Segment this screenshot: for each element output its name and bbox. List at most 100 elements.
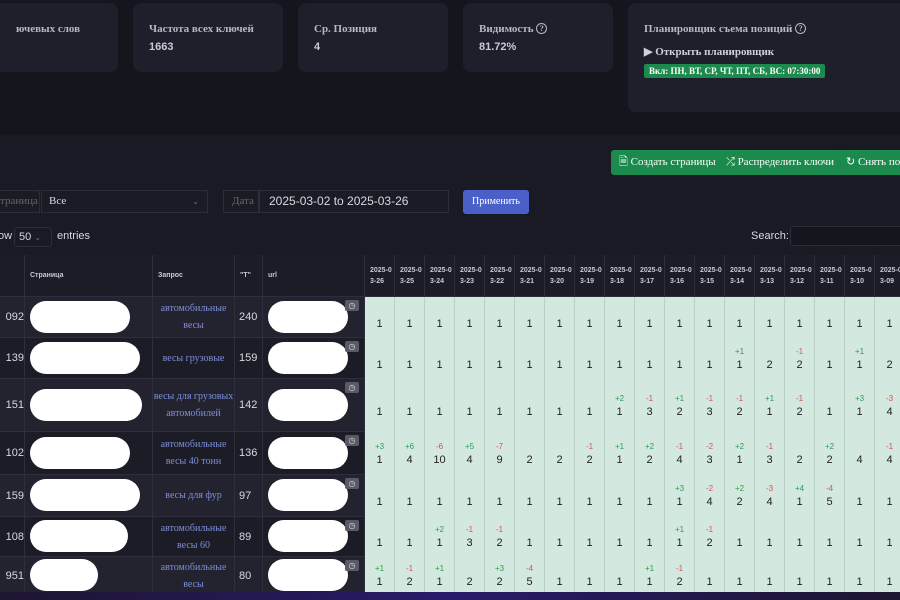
position-cell: 1 <box>515 338 545 379</box>
position-value: 2 <box>556 453 563 466</box>
position-cell: 1 <box>365 517 395 557</box>
date-column-header[interactable]: 2025-03-20 <box>545 255 575 297</box>
history-clock-icon[interactable]: ◷ <box>345 341 359 352</box>
search-input[interactable] <box>790 226 900 246</box>
position-cell: +1 1 <box>605 432 635 475</box>
position-value: 4 <box>886 405 893 418</box>
frequency-cell: 80 <box>235 557 263 595</box>
page-filter-select[interactable]: Все ⌄ <box>41 190 208 213</box>
entries-select[interactable]: 50 ⌄ <box>14 227 52 247</box>
position-value: 1 <box>526 405 533 418</box>
take-positions-button[interactable]: ↻ Снять поз <box>838 150 900 175</box>
query-cell[interactable]: весы грузовые <box>153 338 235 379</box>
apply-button[interactable]: Применить <box>463 190 529 214</box>
stat-value: 1663 <box>149 41 174 53</box>
column-header[interactable]: Запрос <box>153 255 235 297</box>
history-clock-icon[interactable]: ◷ <box>345 435 359 446</box>
column-header[interactable]: url <box>263 255 365 297</box>
position-cell: 1 <box>545 557 575 595</box>
position-cell: 1 <box>455 475 485 517</box>
query-cell[interactable]: весы для фур <box>153 475 235 517</box>
date-label: 2025-03-13 <box>760 266 782 285</box>
position-value: 1 <box>646 358 653 371</box>
column-header[interactable]: "Т" <box>235 255 263 297</box>
date-column-header[interactable]: 2025-03-21 <box>515 255 545 297</box>
position-cell: 1 <box>695 557 725 595</box>
open-scheduler-toggle[interactable]: ▶ Открыть планировщик <box>644 45 900 58</box>
date-label: Дата <box>223 190 259 213</box>
query-cell[interactable]: автомобильные весы <box>153 557 235 595</box>
position-cell: 1 <box>605 475 635 517</box>
date-column-header[interactable]: 2025-03-12 <box>785 255 815 297</box>
position-value: 1 <box>856 405 863 418</box>
position-cell: +1 1 <box>635 557 665 595</box>
column-header[interactable] <box>0 255 25 297</box>
position-cell: 1 <box>695 338 725 379</box>
position-delta: +5 <box>464 441 475 451</box>
date-range-input[interactable]: 2025-03-02 to 2025-03-26 <box>259 190 449 213</box>
chevron-down-icon: ⌄ <box>34 233 42 242</box>
date-column-header[interactable]: 2025-03-23 <box>455 255 485 297</box>
date-column-header[interactable]: 2025-03-19 <box>575 255 605 297</box>
date-column-header[interactable]: 2025-03-15 <box>695 255 725 297</box>
button-label: Снять поз <box>857 156 900 168</box>
position-cell: -3 4 <box>875 379 900 432</box>
distribute-keys-button[interactable]: ⤮ Распределить ключи <box>718 150 843 175</box>
help-icon[interactable]: ? <box>536 23 548 34</box>
position-value: 1 <box>736 576 743 588</box>
date-column-header[interactable]: 2025-03-25 <box>395 255 425 297</box>
position-cell: -1 2 <box>725 379 755 432</box>
position-value: 1 <box>436 405 443 418</box>
position-value: 1 <box>556 317 563 330</box>
show-label: ow <box>0 230 13 242</box>
date-column-header[interactable]: 2025-03-26 <box>365 255 395 297</box>
position-value: 1 <box>856 317 863 330</box>
position-delta: -1 <box>735 393 744 403</box>
date-label: 2025-03-21 <box>520 266 542 285</box>
position-cell: 1 <box>815 297 845 338</box>
position-delta: -1 <box>675 441 684 451</box>
query-cell[interactable]: автомобильные весы <box>153 297 235 338</box>
query-cell[interactable]: весы для грузовых автомобилей <box>153 379 235 432</box>
date-column-header[interactable]: 2025-03-16 <box>665 255 695 297</box>
position-cell: +3 1 <box>665 475 695 517</box>
history-clock-icon[interactable]: ◷ <box>345 560 359 571</box>
column-header[interactable]: Страница <box>25 255 153 297</box>
date-column-header[interactable]: 2025-03-10 <box>845 255 875 297</box>
date-column-header[interactable]: 2025-03-13 <box>755 255 785 297</box>
date-column-header[interactable]: 2025-03-09 <box>875 255 900 297</box>
position-cell: 1 <box>455 338 485 379</box>
create-pages-button[interactable]: 🗎 Создать страницы <box>611 150 724 175</box>
button-label: Распределить ключи <box>737 156 835 168</box>
frequency-cell: 159 <box>235 338 263 379</box>
button-label: Создать страницы <box>630 156 716 168</box>
date-column-header[interactable]: 2025-03-22 <box>485 255 515 297</box>
position-value: 1 <box>376 576 383 588</box>
date-column-header[interactable]: 2025-03-18 <box>605 255 635 297</box>
date-column-header[interactable]: 2025-03-14 <box>725 255 755 297</box>
query-cell[interactable]: автомобильные весы 60 <box>153 517 235 557</box>
position-cell: 1 <box>875 557 900 595</box>
row-id: 108 <box>0 517 25 557</box>
date-label: 2025-03-16 <box>670 266 692 285</box>
position-value: 1 <box>376 537 383 549</box>
position-delta: -1 <box>885 441 894 451</box>
position-value: 3 <box>706 405 713 418</box>
date-column-header[interactable]: 2025-03-17 <box>635 255 665 297</box>
history-clock-icon[interactable]: ◷ <box>345 520 359 531</box>
history-clock-icon[interactable]: ◷ <box>345 300 359 311</box>
date-column-header[interactable]: 2025-03-11 <box>815 255 845 297</box>
position-cell: 2 <box>545 432 575 475</box>
position-delta: -1 <box>405 564 414 573</box>
position-value: 1 <box>376 317 383 330</box>
redacted-url <box>268 300 348 333</box>
help-icon[interactable]: ? <box>795 23 807 34</box>
history-clock-icon[interactable]: ◷ <box>345 478 359 489</box>
redacted-url <box>268 341 348 374</box>
query-cell[interactable]: автомобильные весы 40 тонн <box>153 432 235 475</box>
date-column-header[interactable]: 2025-03-24 <box>425 255 455 297</box>
position-delta: +1 <box>854 346 865 356</box>
position-cell: 1 <box>875 517 900 557</box>
history-clock-icon[interactable]: ◷ <box>345 382 359 393</box>
shuffle-icon: ⤮ <box>726 156 735 168</box>
